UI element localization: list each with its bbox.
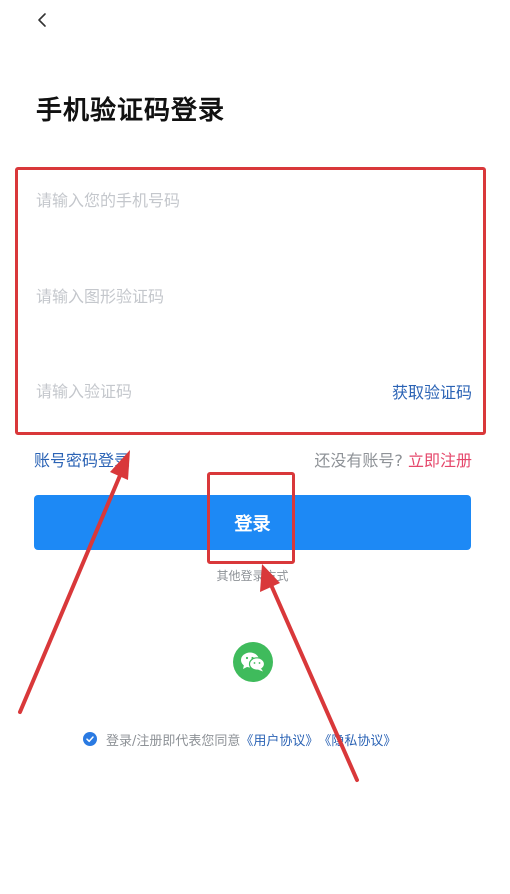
- agreement-checkbox[interactable]: [83, 732, 97, 746]
- register-prompt: 还没有账号? 立即注册: [314, 447, 472, 471]
- back-button[interactable]: [30, 8, 54, 32]
- user-agreement-link[interactable]: 《用户协议》: [240, 730, 318, 749]
- privacy-agreement-link[interactable]: 《隐私协议》: [318, 730, 396, 749]
- links-row: 账号密码登录 还没有账号? 立即注册: [34, 446, 472, 472]
- wechat-login-button[interactable]: [233, 642, 273, 682]
- checkmark-icon: [86, 736, 94, 743]
- agreement-text: 登录/注册即代表您同意: [106, 733, 241, 749]
- get-code-button[interactable]: 获取验证码: [392, 379, 472, 403]
- phone-input[interactable]: [36, 190, 336, 210]
- annotation-arrow-right: [266, 576, 359, 782]
- other-login-label: 其他登录方式: [216, 569, 289, 583]
- register-link[interactable]: 立即注册: [408, 451, 472, 470]
- login-button[interactable]: 登录: [34, 495, 471, 550]
- captcha-input[interactable]: [36, 286, 336, 306]
- sms-code-field: 获取验证码: [36, 371, 472, 411]
- login-screen: 手机验证码登录 获取验证码 账号密码登录 还没有账号? 立即注册 登录 其他登录…: [0, 0, 510, 894]
- phone-field: [36, 180, 472, 220]
- page-title: 手机验证码登录: [36, 96, 226, 126]
- password-login-link[interactable]: 账号密码登录: [34, 447, 130, 471]
- captcha-field: [36, 276, 472, 316]
- chevron-left-icon: [38, 13, 46, 27]
- agreement-row: 登录/注册即代表您同意 《用户协议》 《隐私协议》: [83, 729, 396, 749]
- no-account-text: 还没有账号?: [314, 451, 403, 470]
- sms-code-input[interactable]: [36, 381, 336, 401]
- wechat-icon: [241, 652, 266, 672]
